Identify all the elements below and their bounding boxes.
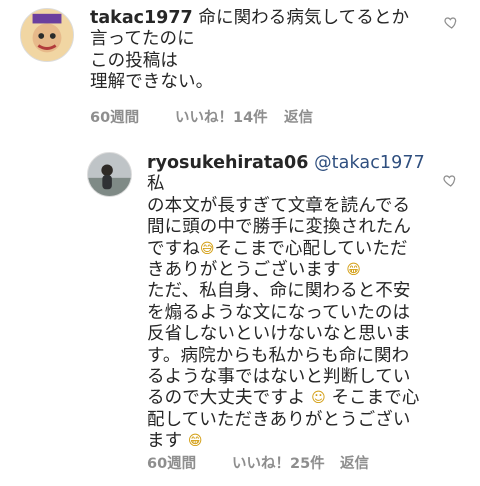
likes-count[interactable]: いいね！25件 (232, 452, 325, 473)
reply-button[interactable]: 返信 (340, 452, 369, 473)
comment-text-line: きありがとうございます (147, 260, 341, 281)
comment-time: 60週間 (147, 456, 197, 472)
comment-time: 60週間 (90, 110, 140, 126)
comment-body: takac1977 命に関わる病気してるとか 言ってたのに この投稿は 理解でき… (90, 8, 450, 94)
comment-text-line: この投稿は (90, 50, 178, 71)
avatar[interactable] (87, 152, 132, 197)
sweat-smile-emoji-icon: 😅 (199, 240, 215, 257)
comment-text-line: の本文が長すぎて文章を読んでる (147, 195, 411, 216)
grin-emoji-icon: 😁 (346, 262, 361, 279)
comment-text-line: るような事ではないと判断してい (147, 367, 411, 388)
mention-link[interactable]: @takac1977 (314, 153, 425, 173)
comment-text-line: を煽るような文になっていたのは (147, 302, 411, 323)
heart-outline-icon (444, 17, 457, 29)
avatar[interactable] (20, 8, 74, 62)
smile-emoji-icon: ☺ (311, 390, 326, 407)
comment-text-line: 配していただきありがとうござい (147, 409, 411, 430)
like-heart-button[interactable] (442, 172, 458, 188)
comment-meta: 60週間 いいね！14件 返信 (0, 106, 480, 126)
comment-username[interactable]: ryosukehirata06 (147, 153, 308, 173)
like-heart-button[interactable] (443, 14, 459, 30)
comment-text-line: そこまで心 (331, 388, 420, 409)
likes-count[interactable]: いいね！14件 (175, 106, 268, 127)
reply-button[interactable]: 返信 (284, 106, 313, 127)
comment-text-line: ただ、私自身、命に関わると不安 (147, 281, 411, 302)
comment-text-line: 言ってたのに (90, 29, 195, 50)
comment-body: ryosukehirata06 @takac1977 私 の本文が長すぎて文章を… (147, 153, 447, 453)
comment-text-line: ます (147, 431, 183, 452)
comment-text-line: るので大丈夫ですよ (147, 388, 306, 409)
comment-text-line: 間に頭の中で勝手に変換されたん (147, 217, 411, 238)
comment-text-line: 私 (147, 174, 165, 195)
comment-meta: 60週間 いいね！25件 返信 (0, 452, 480, 472)
comment-text-line: 反省しないといけないなと思いま (147, 324, 411, 345)
person-photo-avatar-icon (88, 153, 131, 196)
comment-text-line: ですね (147, 238, 200, 259)
comment-text-line: す。病院からも私からも命に関わ (147, 345, 410, 366)
comment-username[interactable]: takac1977 (90, 8, 193, 28)
grin-emoji-icon: 😁 (187, 433, 203, 450)
comment-text-line: そこまで心配していただ (214, 238, 408, 259)
heart-outline-icon (443, 175, 456, 187)
comment-text-line: 理解できない。 (90, 72, 214, 93)
cartoon-face-avatar-icon (21, 9, 73, 61)
comment-text-line: 命に関わる病気してるとか (198, 8, 410, 28)
